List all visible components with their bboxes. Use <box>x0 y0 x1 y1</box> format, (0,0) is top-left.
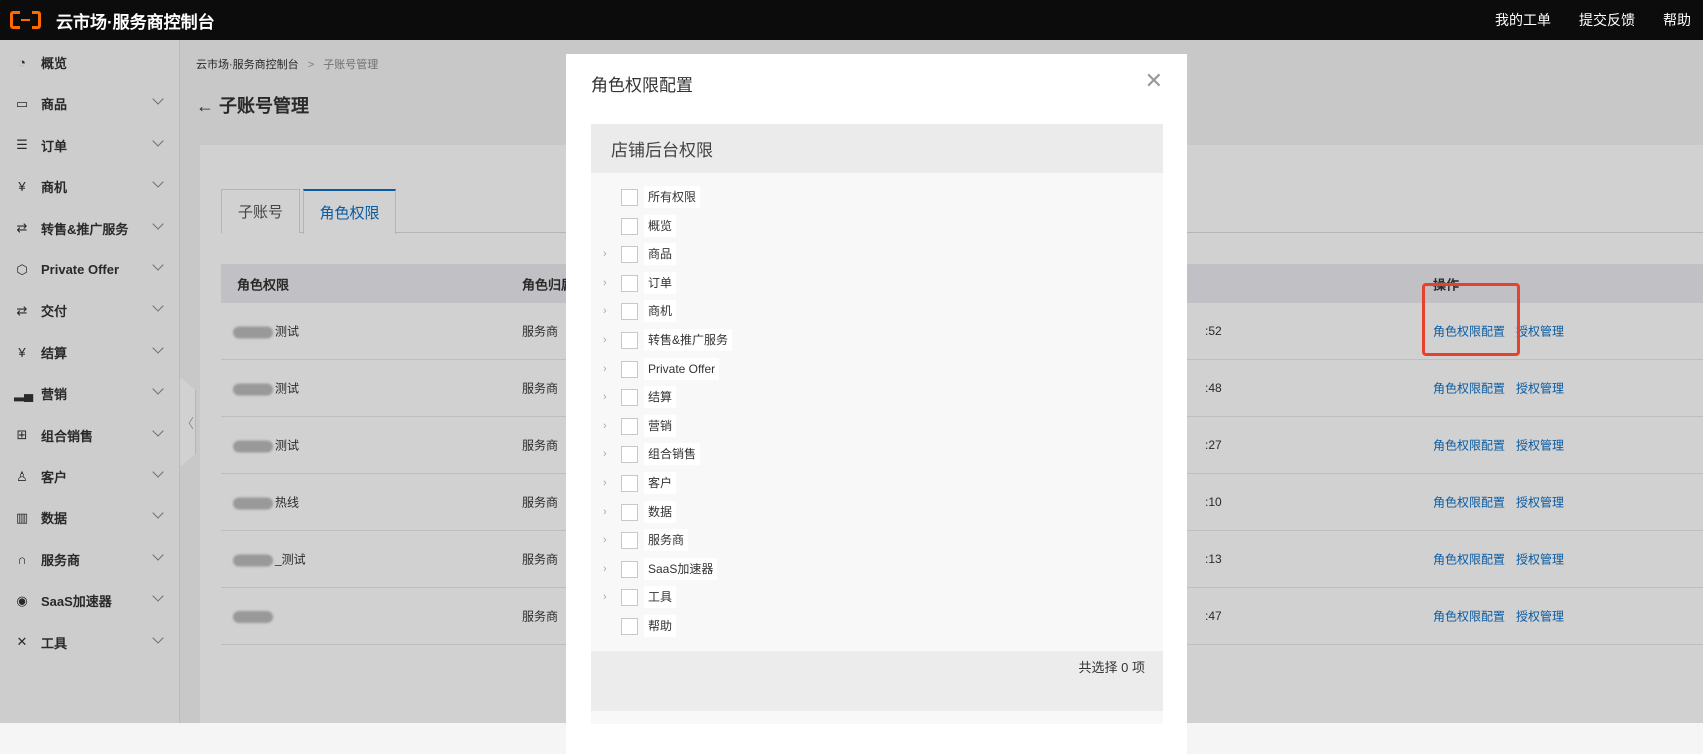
expand-chevron-icon[interactable]: › <box>603 305 607 317</box>
permission-label: 服务商 <box>644 529 689 552</box>
dialog-title: 角色权限配置 <box>591 76 693 95</box>
permission-label: 商机 <box>644 300 677 323</box>
expand-chevron-icon[interactable]: › <box>603 563 607 575</box>
permission-checkbox[interactable] <box>621 303 638 321</box>
expand-chevron-icon[interactable]: › <box>603 591 607 603</box>
permission-checkbox[interactable] <box>621 274 638 292</box>
permission-checkbox[interactable] <box>621 532 638 550</box>
brand-title[interactable]: 云市场·服务商控制台 <box>56 8 215 33</box>
permission-checkbox[interactable] <box>621 475 638 492</box>
highlight-annotation-box <box>1422 283 1520 356</box>
permission-checkbox[interactable] <box>621 360 638 378</box>
expand-chevron-icon[interactable]: › <box>603 363 607 375</box>
expand-chevron-icon[interactable]: › <box>603 334 607 346</box>
permission-checkbox[interactable] <box>621 446 638 464</box>
permission-checkbox[interactable] <box>621 417 638 435</box>
selection-count: 共选择 0 项 <box>1078 660 1145 675</box>
aliyun-logo-icon[interactable] <box>10 10 41 32</box>
permission-label: 订单 <box>644 271 677 294</box>
permission-label: 帮助 <box>644 615 677 637</box>
permission-label: 工具 <box>644 586 677 609</box>
permission-checkbox[interactable] <box>621 503 638 521</box>
permission-checkbox[interactable] <box>621 217 638 235</box>
section-title: 店铺后台权限 <box>591 124 1163 173</box>
expand-chevron-icon[interactable]: › <box>603 420 607 432</box>
top-nav-item[interactable]: 帮助 <box>1663 10 1691 30</box>
selection-summary-bar: 共选择 0 项 <box>591 651 1163 711</box>
permission-label: 组合销售 <box>644 443 701 466</box>
top-nav-item[interactable]: 我的工单 <box>1495 10 1551 30</box>
permission-label: 结算 <box>644 386 677 409</box>
permission-section: 店铺后台权限 所有权限概览 › 商品 › 订单 › 商机 › 转售&推广服务 › Private O… <box>591 124 1163 724</box>
expand-chevron-icon[interactable]: › <box>603 506 607 518</box>
expand-chevron-icon[interactable]: › <box>603 391 607 403</box>
permission-label: 概览 <box>644 214 677 237</box>
expand-chevron-icon[interactable]: › <box>603 248 607 260</box>
permission-checkbox[interactable] <box>621 618 638 635</box>
permission-label: Private Offer <box>644 357 720 380</box>
top-nav: 我的工单 提交反馈 帮助 <box>1495 0 1691 40</box>
permission-label: 商品 <box>644 243 677 266</box>
permission-checkbox[interactable] <box>621 189 638 206</box>
role-permission-dialog: 角色权限配置 ✕ 店铺后台权限 所有权限概览 › 商品 › 订单 › 商机 › 转售&推广服务 ›… <box>566 54 1187 754</box>
expand-chevron-icon[interactable]: › <box>603 448 607 460</box>
permission-checkbox[interactable] <box>621 246 638 264</box>
permission-label: SaaS加速器 <box>644 557 718 580</box>
top-bar: 云市场·服务商控制台 我的工单 提交反馈 帮助 <box>0 0 1703 40</box>
permission-checkbox[interactable] <box>621 560 638 578</box>
permission-label: 转售&推广服务 <box>644 329 733 351</box>
permission-label: 数据 <box>644 500 677 523</box>
top-nav-item[interactable]: 提交反馈 <box>1579 10 1635 30</box>
permission-checkbox[interactable] <box>621 332 638 349</box>
permission-label: 所有权限 <box>644 186 701 208</box>
permission-label: 客户 <box>644 472 677 494</box>
permission-checkbox[interactable] <box>621 389 638 407</box>
expand-chevron-icon[interactable]: › <box>603 477 607 489</box>
permission-label: 营销 <box>644 414 677 437</box>
close-icon[interactable]: ✕ <box>1145 68 1163 94</box>
expand-chevron-icon[interactable]: › <box>603 277 607 289</box>
expand-chevron-icon[interactable]: › <box>603 534 607 546</box>
permission-checkbox[interactable] <box>621 589 638 607</box>
